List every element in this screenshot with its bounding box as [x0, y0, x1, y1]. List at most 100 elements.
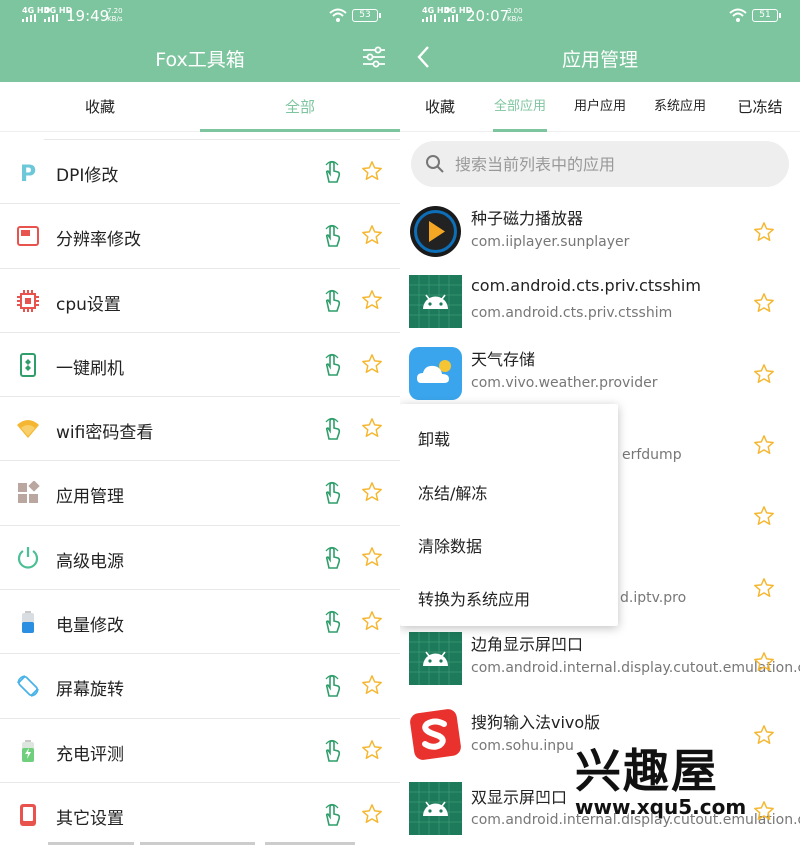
tab-all[interactable]: 全部: [200, 82, 400, 132]
app-name: 天气存储: [471, 350, 536, 369]
tool-item-flash[interactable]: 一键刷机: [0, 333, 400, 398]
fox-toolbox-screen: 4G HD 4G HD 19:49 7.20 KB/s 53 Fox工具箱 收藏 …: [0, 0, 400, 845]
tab-label: 系统应用: [653, 99, 706, 114]
menu-item-freeze[interactable]: 冻结/解冻: [418, 480, 487, 504]
cpu-chip-icon: [17, 289, 39, 312]
tap-gesture-icon[interactable]: [322, 674, 342, 698]
tool-item-resolution[interactable]: 分辨率修改: [0, 204, 400, 269]
star-icon[interactable]: [753, 434, 775, 456]
star-icon[interactable]: [361, 353, 383, 375]
tool-label: wifi密码查看: [56, 423, 154, 444]
list-item-app[interactable]: com.android.cts.priv.ctsshim com.android…: [400, 266, 800, 338]
star-icon[interactable]: [361, 674, 383, 696]
android-icon: [409, 275, 462, 328]
tap-gesture-icon[interactable]: [322, 160, 342, 184]
tool-label: 电量修改: [56, 616, 124, 637]
resolution-icon: [17, 226, 39, 247]
star-icon[interactable]: [361, 610, 383, 632]
list-item-app[interactable]: 天气存储 com.vivo.weather.provider: [400, 338, 800, 408]
star-icon[interactable]: [361, 224, 383, 246]
tool-label: 高级电源: [56, 551, 124, 572]
tap-gesture-icon[interactable]: [322, 289, 342, 313]
network-speed: 3.00 KB/s: [507, 7, 523, 23]
svg-text:P: P: [20, 162, 36, 184]
tool-item-app-manager[interactable]: 应用管理: [0, 461, 400, 526]
apps-grid-icon: [18, 481, 40, 504]
tap-gesture-icon[interactable]: [322, 546, 342, 570]
star-icon[interactable]: [361, 803, 383, 825]
star-icon[interactable]: [361, 481, 383, 503]
list-item-app[interactable]: 种子磁力播放器 com.iiplayer.sunplayer: [400, 196, 800, 266]
star-icon[interactable]: [361, 739, 383, 761]
tool-label: 应用管理: [56, 487, 124, 508]
star-icon[interactable]: [361, 289, 383, 311]
power-icon: [17, 546, 39, 569]
signal-bars-icon: [44, 14, 60, 22]
search-input[interactable]: [455, 141, 775, 187]
tool-list: P DPI修改 分辨率修改 cpu设置 一键刷机 wifi密码查看 应用管理 高…: [0, 140, 400, 845]
sogou-s-icon: [409, 708, 462, 761]
tab-label: 全部: [284, 98, 315, 116]
tap-gesture-icon[interactable]: [322, 610, 342, 634]
tap-gesture-icon[interactable]: [322, 417, 342, 441]
tap-gesture-icon[interactable]: [322, 803, 342, 827]
tab-label: 收藏: [84, 98, 115, 116]
menu-item-uninstall[interactable]: 卸载: [418, 426, 450, 450]
star-icon[interactable]: [753, 363, 775, 385]
app-context-menu: 卸载 冻结/解冻 清除数据 转换为系统应用: [400, 404, 618, 626]
app-package: com.iiplayer.sunplayer: [471, 234, 630, 250]
menu-item-clear-data[interactable]: 清除数据: [418, 533, 482, 557]
app-package: com.vivo.weather.provider: [471, 375, 658, 391]
menu-item-convert-system[interactable]: 转换为系统应用: [418, 586, 530, 610]
tool-item-dpi[interactable]: P DPI修改: [0, 140, 400, 205]
watermark: 兴趣屋 www.xqu5.com: [575, 735, 785, 825]
tab-favorites[interactable]: 收藏: [400, 82, 480, 132]
star-icon[interactable]: [361, 417, 383, 439]
signal-bars-icon: [422, 14, 438, 22]
app-name: 双显示屏凹口: [471, 788, 568, 807]
tab-all-apps[interactable]: 全部应用: [480, 82, 560, 132]
android-icon: [409, 632, 462, 685]
tab-user-apps[interactable]: 用户应用: [560, 82, 640, 132]
tap-gesture-icon[interactable]: [322, 353, 342, 377]
app-name: 搜狗输入法vivo版: [471, 713, 601, 732]
tap-gesture-icon[interactable]: [322, 481, 342, 505]
page-title: Fox工具箱: [155, 49, 245, 71]
filter-settings-icon[interactable]: [362, 45, 386, 69]
tool-item-power[interactable]: 高级电源: [0, 526, 400, 591]
status-bar: 4G HD 4G HD 20:07 3.00 KB/s 51: [400, 0, 800, 32]
clock: 20:07: [466, 7, 510, 25]
other-settings-icon: [20, 803, 36, 826]
dpi-p-icon: P: [20, 162, 36, 184]
star-icon[interactable]: [753, 505, 775, 527]
tool-item-rotate[interactable]: 屏幕旋转: [0, 654, 400, 719]
app-manager-screen: 4G HD 4G HD 20:07 3.00 KB/s 51 应用管理 收藏 全部…: [400, 0, 800, 845]
tool-label: 分辨率修改: [56, 230, 141, 251]
list-item-app[interactable]: 边角显示屏凹口 com.android.internal.display.cut…: [400, 626, 800, 706]
tab-frozen[interactable]: 已冻结: [720, 82, 800, 132]
tab-label: 已冻结: [737, 98, 783, 116]
star-icon[interactable]: [361, 160, 383, 182]
tool-item-charging[interactable]: 充电评测: [0, 719, 400, 783]
tool-item-cpu[interactable]: cpu设置: [0, 269, 400, 333]
app-name: 边角显示屏凹口: [471, 635, 584, 654]
tool-item-wifi[interactable]: wifi密码查看: [0, 397, 400, 462]
category-tabs: 收藏 全部: [0, 82, 400, 132]
signal-bars-icon: [22, 14, 38, 22]
tab-favorites[interactable]: 收藏: [0, 82, 200, 132]
battery-level: 53: [352, 9, 381, 22]
tab-system-apps[interactable]: 系统应用: [640, 82, 720, 132]
tap-gesture-icon[interactable]: [322, 224, 342, 248]
star-icon[interactable]: [753, 292, 775, 314]
tool-item-other-settings[interactable]: 其它设置: [0, 783, 400, 845]
star-icon[interactable]: [753, 651, 775, 673]
star-icon[interactable]: [753, 577, 775, 599]
tab-label: 收藏: [424, 98, 455, 116]
wifi-status-icon: [329, 8, 347, 22]
star-icon[interactable]: [753, 221, 775, 243]
star-icon[interactable]: [361, 546, 383, 568]
tool-label: 一键刷机: [56, 358, 124, 379]
tap-gesture-icon[interactable]: [322, 739, 342, 763]
tool-item-battery[interactable]: 电量修改: [0, 590, 400, 655]
clock: 19:49: [66, 7, 110, 25]
